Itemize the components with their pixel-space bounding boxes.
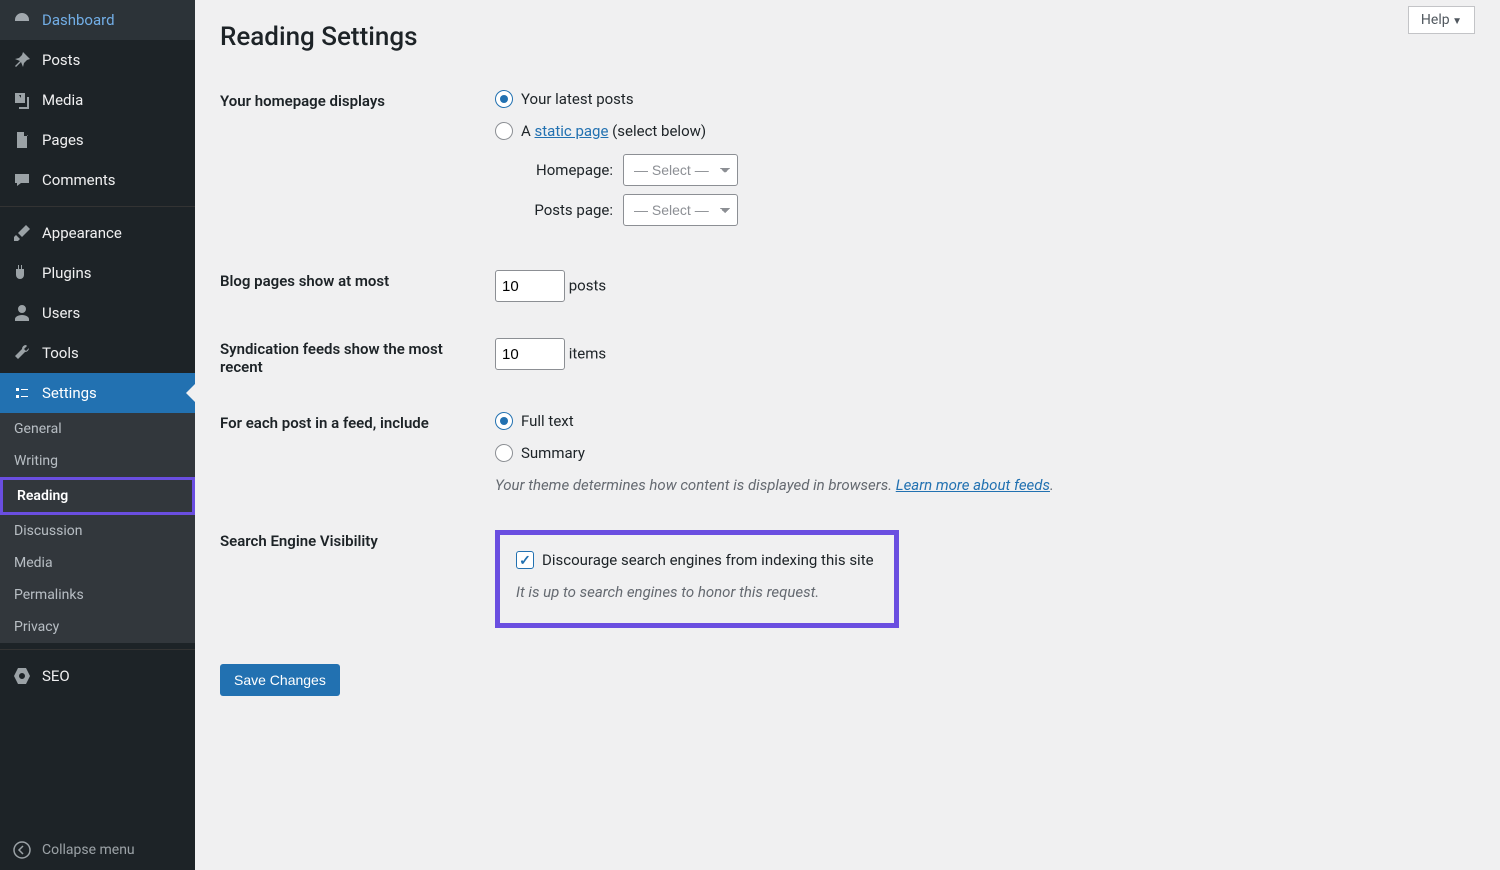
radio-summary-label: Summary xyxy=(521,444,585,462)
sidebar-item-plugins[interactable]: Plugins xyxy=(0,253,195,293)
sidebar-item-label: Media xyxy=(42,91,83,109)
static-page-suffix: (select below) xyxy=(608,122,706,140)
row-feed-include: For each post in a feed, include Full te… xyxy=(220,394,1475,512)
sidebar-item-seo[interactable]: SEO xyxy=(0,656,195,696)
main-content: Help Reading Settings Your homepage disp… xyxy=(195,0,1500,870)
syndication-unit: items xyxy=(569,345,606,363)
media-icon xyxy=(12,90,32,110)
page-icon xyxy=(12,130,32,150)
sidebar-item-posts[interactable]: Posts xyxy=(0,40,195,80)
visibility-label: Search Engine Visibility xyxy=(220,530,495,550)
submenu-item-reading[interactable]: Reading xyxy=(0,477,195,515)
brush-icon xyxy=(12,223,32,243)
help-tab[interactable]: Help xyxy=(1408,6,1475,34)
sidebar-item-users[interactable]: Users xyxy=(0,293,195,333)
submenu-item-general[interactable]: General xyxy=(0,413,195,445)
submenu-item-media[interactable]: Media xyxy=(0,547,195,579)
blog-pages-unit: posts xyxy=(569,277,606,295)
static-page-prefix: A xyxy=(521,122,535,140)
feed-desc-prefix: Your theme determines how content is dis… xyxy=(495,476,896,494)
sidebar-item-label: Dashboard xyxy=(42,11,115,29)
page-title: Reading Settings xyxy=(220,10,1475,72)
radio-latest-posts-label: Your latest posts xyxy=(521,90,634,108)
visibility-highlight: Discourage search engines from indexing … xyxy=(495,530,899,628)
sidebar-item-dashboard[interactable]: Dashboard xyxy=(0,0,195,40)
sidebar-item-label: Settings xyxy=(42,384,97,402)
blog-pages-label: Blog pages show at most xyxy=(220,270,495,290)
radio-static-page[interactable] xyxy=(495,122,513,140)
sidebar-separator xyxy=(0,206,195,207)
sidebar-item-appearance[interactable]: Appearance xyxy=(0,213,195,253)
collapse-icon xyxy=(12,840,32,860)
submenu-item-writing[interactable]: Writing xyxy=(0,445,195,477)
wrench-icon xyxy=(12,343,32,363)
visibility-desc: It is up to search engines to honor this… xyxy=(516,583,874,601)
sidebar-item-label: Comments xyxy=(42,171,116,189)
sidebar-item-label: Posts xyxy=(42,51,80,69)
syndication-label: Syndication feeds show the most recent xyxy=(220,338,495,376)
settings-icon xyxy=(12,383,32,403)
seo-icon xyxy=(12,666,32,686)
sidebar-item-settings[interactable]: Settings xyxy=(0,373,195,413)
plugin-icon xyxy=(12,263,32,283)
postspage-select[interactable]: — Select — xyxy=(623,194,738,226)
homepage-select-label: Homepage: xyxy=(513,161,613,179)
checkbox-discourage-indexing-label: Discourage search engines from indexing … xyxy=(542,551,874,569)
sidebar-item-tools[interactable]: Tools xyxy=(0,333,195,373)
homepage-label: Your homepage displays xyxy=(220,90,495,110)
sidebar-separator xyxy=(0,649,195,650)
feed-include-label: For each post in a feed, include xyxy=(220,412,495,432)
row-blog-pages: Blog pages show at most posts xyxy=(220,252,1475,320)
sidebar-item-label: Pages xyxy=(42,131,84,149)
submenu-item-discussion[interactable]: Discussion xyxy=(0,515,195,547)
row-homepage-displays: Your homepage displays Your latest posts… xyxy=(220,72,1475,252)
sidebar-item-media[interactable]: Media xyxy=(0,80,195,120)
postspage-select-label: Posts page: xyxy=(513,201,613,219)
admin-sidebar: Dashboard Posts Media Pages Comments App… xyxy=(0,0,195,870)
homepage-field: Your latest posts A static page (select … xyxy=(495,90,1475,234)
comment-icon xyxy=(12,170,32,190)
pin-icon xyxy=(12,50,32,70)
submenu-item-privacy[interactable]: Privacy xyxy=(0,611,195,643)
sidebar-item-label: SEO xyxy=(42,667,70,685)
sidebar-item-comments[interactable]: Comments xyxy=(0,160,195,200)
feed-desc-link[interactable]: Learn more about feeds xyxy=(896,476,1050,494)
homepage-select[interactable]: — Select — xyxy=(623,154,738,186)
radio-summary[interactable] xyxy=(495,444,513,462)
save-button[interactable]: Save Changes xyxy=(220,664,340,696)
blog-pages-input[interactable] xyxy=(495,270,565,302)
sidebar-item-label: Plugins xyxy=(42,264,91,282)
syndication-input[interactable] xyxy=(495,338,565,370)
sidebar-item-pages[interactable]: Pages xyxy=(0,120,195,160)
sidebar-item-label: Appearance xyxy=(42,224,122,242)
checkbox-discourage-indexing[interactable] xyxy=(516,551,534,569)
sidebar-item-label: Users xyxy=(42,304,80,322)
radio-full-text[interactable] xyxy=(495,412,513,430)
static-page-link[interactable]: static page xyxy=(535,122,609,140)
radio-latest-posts[interactable] xyxy=(495,90,513,108)
user-icon xyxy=(12,303,32,323)
collapse-label: Collapse menu xyxy=(42,842,135,858)
settings-submenu: General Writing Reading Discussion Media… xyxy=(0,413,195,643)
radio-full-text-label: Full text xyxy=(521,412,574,430)
dashboard-icon xyxy=(12,10,32,30)
submenu-item-permalinks[interactable]: Permalinks xyxy=(0,579,195,611)
sidebar-item-label: Tools xyxy=(42,344,79,362)
row-syndication: Syndication feeds show the most recent i… xyxy=(220,320,1475,394)
collapse-menu[interactable]: Collapse menu xyxy=(0,830,195,870)
row-visibility: Search Engine Visibility Discourage sear… xyxy=(220,512,1475,646)
